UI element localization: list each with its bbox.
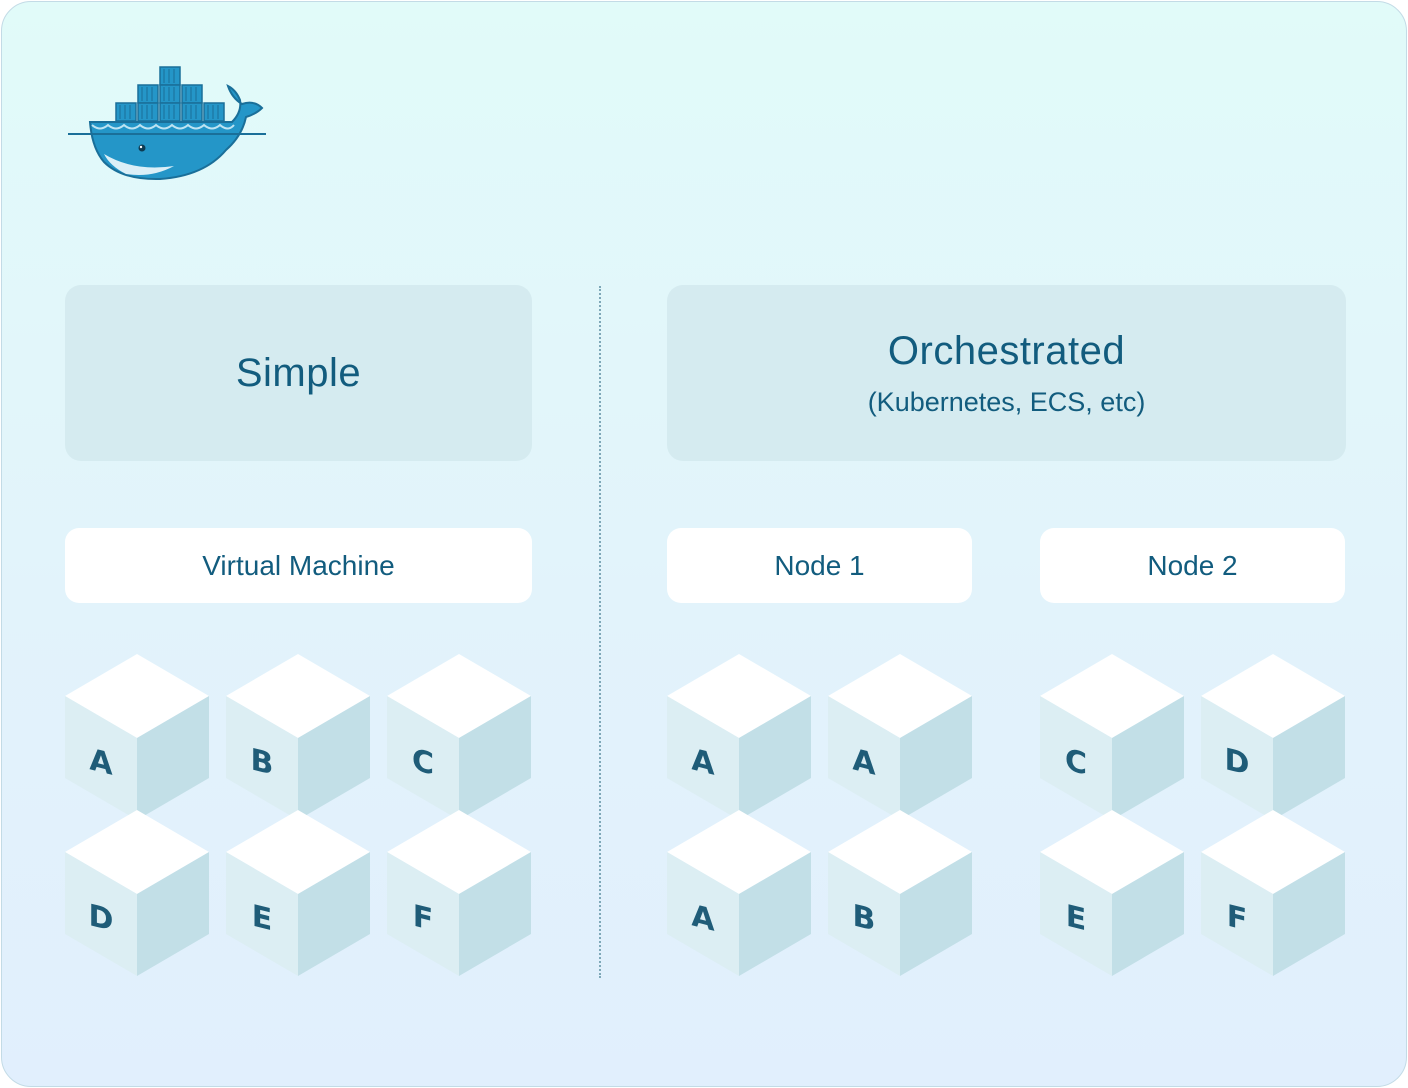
section-divider bbox=[599, 286, 601, 978]
container-letter: B bbox=[251, 743, 274, 783]
container-letter: A bbox=[691, 898, 715, 938]
container-letter: D bbox=[1225, 742, 1250, 783]
container-letter: A bbox=[691, 742, 715, 782]
container-cube: F bbox=[387, 810, 531, 976]
container-letter: C bbox=[412, 743, 434, 783]
container-cube: E bbox=[226, 810, 370, 976]
container-letter: D bbox=[89, 898, 114, 939]
container-letter: C bbox=[1065, 743, 1087, 783]
container-cube: C bbox=[387, 654, 531, 820]
simple-title: Simple bbox=[235, 351, 362, 395]
node-2-label: Node 2 bbox=[1040, 528, 1345, 603]
orchestrated-panel: Orchestrated (Kubernetes, ECS, etc) bbox=[667, 285, 1346, 461]
container-cube: D bbox=[1201, 654, 1345, 820]
orchestrated-title: Orchestrated bbox=[887, 329, 1126, 373]
container-cube: A bbox=[667, 810, 811, 976]
container-letter: E bbox=[252, 899, 272, 939]
container-cube: B bbox=[828, 810, 972, 976]
node-1-label: Node 1 bbox=[667, 528, 972, 603]
docker-whale-icon bbox=[68, 66, 266, 181]
container-cube: D bbox=[65, 810, 209, 976]
container-cube: A bbox=[65, 654, 209, 820]
container-letter: A bbox=[89, 742, 113, 782]
container-cube: E bbox=[1040, 810, 1184, 976]
container-letter: B bbox=[853, 899, 876, 939]
container-letter: A bbox=[852, 742, 876, 782]
container-letter: F bbox=[413, 899, 433, 939]
simple-panel: Simple bbox=[65, 285, 532, 461]
virtual-machine-label: Virtual Machine bbox=[65, 528, 532, 603]
container-letter: E bbox=[1066, 899, 1086, 939]
container-cube: C bbox=[1040, 654, 1184, 820]
orchestrated-subtitle: (Kubernetes, ECS, etc) bbox=[867, 387, 1146, 417]
container-cube: F bbox=[1201, 810, 1345, 976]
container-letter: F bbox=[1227, 899, 1247, 939]
container-cube: A bbox=[667, 654, 811, 820]
container-cube: A bbox=[828, 654, 972, 820]
diagram-canvas: Simple Virtual Machine Orchestrated (Kub… bbox=[1, 1, 1407, 1087]
container-cube: B bbox=[226, 654, 370, 820]
